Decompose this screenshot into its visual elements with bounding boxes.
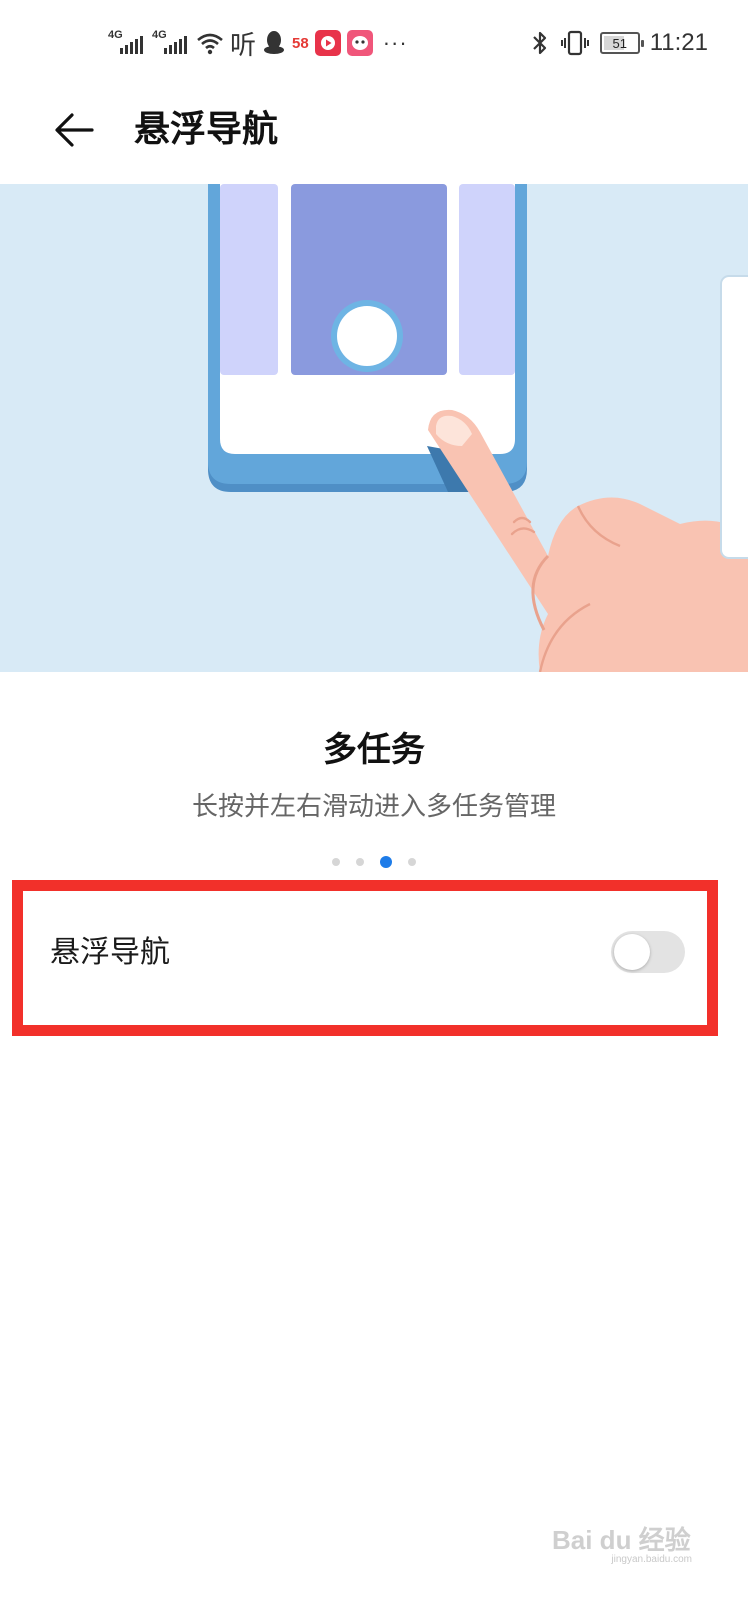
back-button[interactable] xyxy=(48,104,100,156)
battery-icon: 51 xyxy=(599,32,644,54)
listen-app-icon: 听 xyxy=(230,30,257,61)
watermark-url: jingyan.baidu.com xyxy=(611,1554,692,1565)
status-bar: 4G 4G 听 58 ··· 51 11:21 xyxy=(0,0,748,86)
app-bar: 悬浮导航 xyxy=(0,86,748,184)
signal-icon-2: 4G xyxy=(152,29,190,57)
battery-level: 51 xyxy=(612,35,627,51)
page-dot[interactable] xyxy=(332,858,340,866)
page-dot[interactable] xyxy=(408,858,416,866)
status-right-icons: 51 11:21 xyxy=(530,26,708,60)
status-time: 11:21 xyxy=(649,29,708,56)
wifi-icon xyxy=(197,33,223,55)
watermark-text: Bai du 经验 xyxy=(552,1525,691,1555)
page-dot[interactable] xyxy=(356,858,364,866)
floating-nav-toggle[interactable] xyxy=(611,931,685,973)
app-video-icon xyxy=(314,30,341,56)
page-indicator xyxy=(0,856,748,868)
page-dot-active[interactable] xyxy=(380,856,392,868)
tutorial-description: 长按并左右滑动进入多任务管理 xyxy=(191,792,556,822)
signal-icon: 4G xyxy=(108,29,146,57)
toggle-knob xyxy=(614,934,650,970)
bluetooth-icon xyxy=(532,31,546,55)
app-cartoon-icon xyxy=(346,30,373,56)
qq-icon xyxy=(264,31,285,54)
floating-nav-setting-row[interactable]: 悬浮导航 xyxy=(23,891,707,1025)
status-left-icons: 4G 4G 听 58 ··· xyxy=(108,26,408,61)
page-title: 悬浮导航 xyxy=(134,109,279,150)
tutorial-title: 多任务 xyxy=(323,730,425,770)
multitask-gesture-illustration xyxy=(208,184,748,672)
more-notifications-icon: ··· xyxy=(382,30,408,55)
tutorial-illustration[interactable] xyxy=(0,184,748,672)
watermark-logo: Bai du 经验 jingyan.baidu.com xyxy=(552,1504,692,1565)
setting-label: 悬浮导航 xyxy=(50,935,170,970)
back-arrow-icon xyxy=(55,113,94,147)
app-58-icon: 58 xyxy=(292,34,309,52)
vibrate-icon xyxy=(560,30,589,56)
